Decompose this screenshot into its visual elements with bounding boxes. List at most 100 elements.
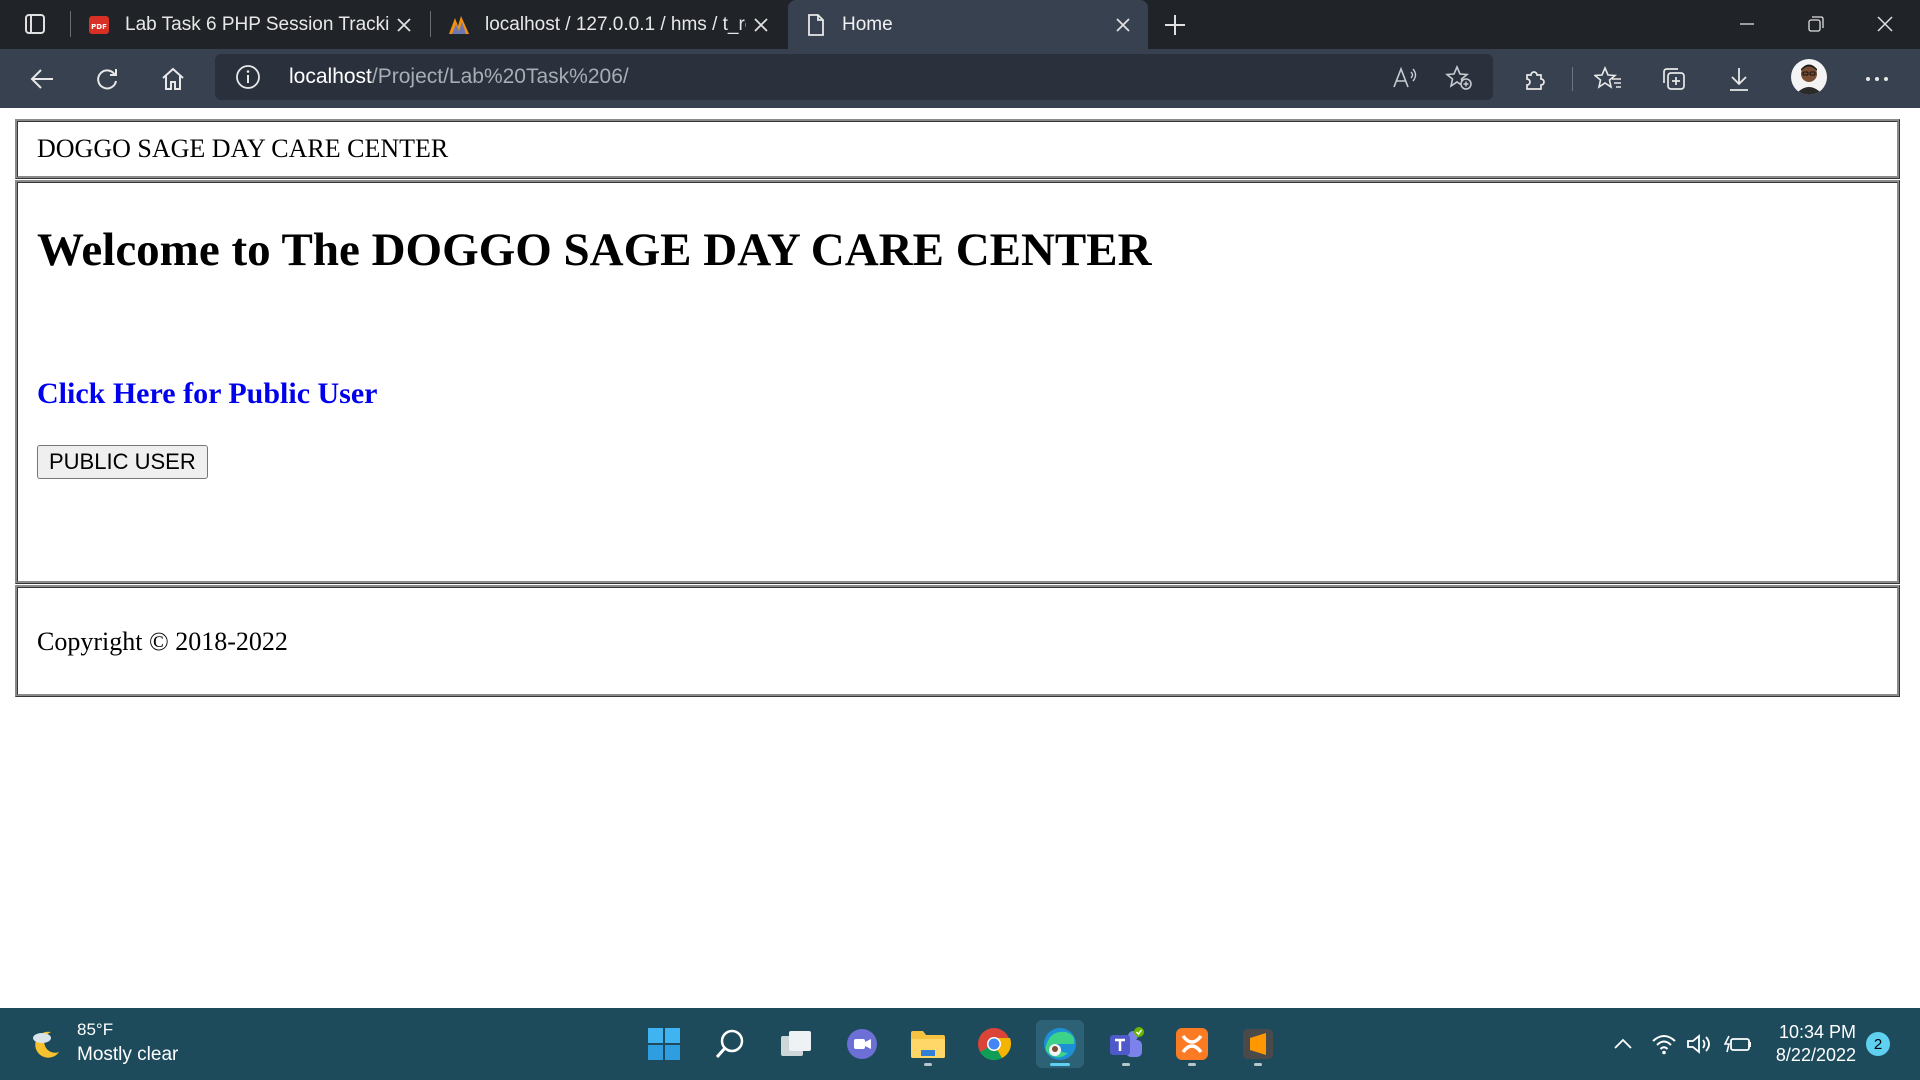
star-add-icon — [1445, 65, 1472, 90]
volume-status[interactable] — [1686, 1030, 1714, 1058]
sublime-text-button[interactable] — [1234, 1020, 1282, 1068]
more-dots-icon — [1866, 77, 1888, 81]
extensions-button[interactable] — [1515, 59, 1555, 99]
site-footer: Copyright © 2018-2022 — [15, 585, 1900, 697]
address-bar[interactable]: localhost/Project/Lab%20Task%206/ — [215, 54, 1493, 100]
web-page: DOGGO SAGE DAY CARE CENTER Welcome to Th… — [0, 108, 1920, 1008]
home-icon — [162, 67, 184, 90]
tab-phpmyadmin[interactable]: localhost / 127.0.0.1 / hms / t_reg — [431, 0, 786, 49]
read-aloud-button[interactable] — [1389, 62, 1421, 94]
downloads-button[interactable] — [1719, 59, 1759, 99]
refresh-icon — [97, 69, 117, 90]
site-info-icon[interactable] — [235, 64, 261, 90]
chat-icon — [847, 1029, 877, 1059]
favorites-icon — [1594, 66, 1621, 89]
active-indicator — [1050, 1063, 1070, 1066]
windows-taskbar: 85°F Mostly clear 10:34 PM 8/22/2022 2 — [0, 1008, 1920, 1080]
url-host: localhost — [289, 65, 372, 88]
tab-lab-task-pdf[interactable]: PDF Lab Task 6 PHP Session Tracking — [71, 0, 429, 49]
close-icon — [1877, 15, 1893, 32]
tab-home[interactable]: Home — [788, 0, 1148, 49]
weather-moon-icon[interactable] — [27, 1026, 65, 1064]
page-icon — [804, 13, 828, 37]
volume-icon — [1687, 1034, 1710, 1054]
close-tab-icon[interactable] — [389, 10, 419, 40]
weather-temperature[interactable]: 85°F — [77, 1020, 113, 1040]
xampp-icon — [1176, 1028, 1208, 1060]
back-arrow-icon — [30, 69, 53, 89]
toolbar-separator — [1572, 67, 1573, 91]
edge-button[interactable] — [1036, 1020, 1084, 1068]
chevron-up-icon — [1614, 1038, 1632, 1049]
browser-titlebar: PDF Lab Task 6 PHP Session Tracking loca… — [0, 0, 1920, 49]
battery-status[interactable] — [1724, 1030, 1752, 1058]
teams-chat-button[interactable] — [838, 1020, 886, 1068]
wifi-icon — [1652, 1035, 1676, 1055]
home-button[interactable] — [153, 59, 193, 99]
phpmyadmin-icon — [447, 13, 471, 37]
minimize-icon — [1740, 22, 1754, 25]
copyright-text: Copyright © 2018-2022 — [37, 627, 288, 656]
system-clock[interactable]: 10:34 PM 8/22/2022 — [1768, 1021, 1856, 1067]
show-hidden-icons-button[interactable] — [1609, 1030, 1637, 1058]
close-window-button[interactable] — [1851, 0, 1919, 47]
url-path: /Project/Lab%20Task%206/ — [371, 65, 629, 88]
teams-button[interactable] — [1102, 1020, 1150, 1068]
notification-badge[interactable]: 2 — [1866, 1032, 1890, 1056]
file-explorer-button[interactable] — [904, 1020, 952, 1068]
tab-title: localhost / 127.0.0.1 / hms / t_reg — [485, 13, 746, 35]
restore-button[interactable] — [1782, 0, 1850, 47]
public-user-link[interactable]: Click Here for Public User — [37, 377, 378, 411]
tab-title: Home — [842, 13, 893, 35]
browser-toolbar: localhost/Project/Lab%20Task%206/ — [0, 49, 1920, 108]
xampp-button[interactable] — [1168, 1020, 1216, 1068]
chrome-button[interactable] — [970, 1020, 1018, 1068]
start-button[interactable] — [640, 1020, 688, 1068]
extensions-icon — [1526, 71, 1545, 90]
read-aloud-icon — [1393, 66, 1417, 88]
close-tab-icon[interactable] — [746, 10, 776, 40]
sublime-text-icon — [1243, 1029, 1273, 1059]
refresh-button[interactable] — [87, 59, 127, 99]
search-icon — [715, 1029, 744, 1058]
weather-condition[interactable]: Mostly clear — [77, 1044, 178, 1066]
download-icon — [1730, 68, 1748, 91]
collections-icon — [1663, 68, 1685, 90]
url-text[interactable]: localhost/Project/Lab%20Task%206/ — [289, 65, 629, 89]
tab-actions-button[interactable] — [14, 10, 56, 38]
profile-avatar[interactable] — [1791, 59, 1827, 95]
running-indicator — [1254, 1063, 1262, 1066]
close-tab-icon[interactable] — [1108, 10, 1138, 40]
battery-charging-icon — [1724, 1035, 1751, 1053]
teams-icon — [1110, 1027, 1144, 1057]
search-button[interactable] — [706, 1020, 754, 1068]
collections-button[interactable] — [1654, 59, 1694, 99]
add-favorite-button[interactable] — [1443, 62, 1475, 94]
pdf-icon: PDF — [87, 13, 111, 37]
task-view-icon — [781, 1031, 811, 1056]
clock-time: 10:34 PM — [1778, 1022, 1856, 1042]
running-indicator — [1122, 1063, 1130, 1066]
favorites-button[interactable] — [1588, 59, 1628, 99]
main-section: Welcome to The DOGGO SAGE DAY CARE CENTE… — [15, 180, 1900, 584]
running-indicator — [1188, 1063, 1196, 1066]
svg-text:PDF: PDF — [91, 23, 107, 31]
page-heading: Welcome to The DOGGO SAGE DAY CARE CENTE… — [37, 224, 1152, 276]
task-view-button[interactable] — [772, 1020, 820, 1068]
clock-date: 8/22/2022 — [1775, 1045, 1856, 1065]
site-header: DOGGO SAGE DAY CARE CENTER — [15, 119, 1900, 179]
restore-icon — [1808, 15, 1824, 32]
tab-actions-icon — [25, 14, 45, 34]
wifi-status[interactable] — [1650, 1030, 1678, 1058]
avatar-icon — [1795, 64, 1823, 95]
edge-icon — [1044, 1028, 1076, 1060]
chrome-icon — [978, 1028, 1011, 1061]
plus-icon — [1165, 15, 1185, 35]
new-tab-button[interactable] — [1158, 8, 1192, 42]
settings-more-button[interactable] — [1857, 59, 1897, 99]
public-user-button[interactable]: PUBLIC USER — [37, 445, 208, 479]
minimize-button[interactable] — [1713, 0, 1781, 47]
running-indicator — [924, 1063, 932, 1066]
tab-title: Lab Task 6 PHP Session Tracking — [125, 13, 389, 35]
back-button[interactable] — [22, 59, 62, 99]
